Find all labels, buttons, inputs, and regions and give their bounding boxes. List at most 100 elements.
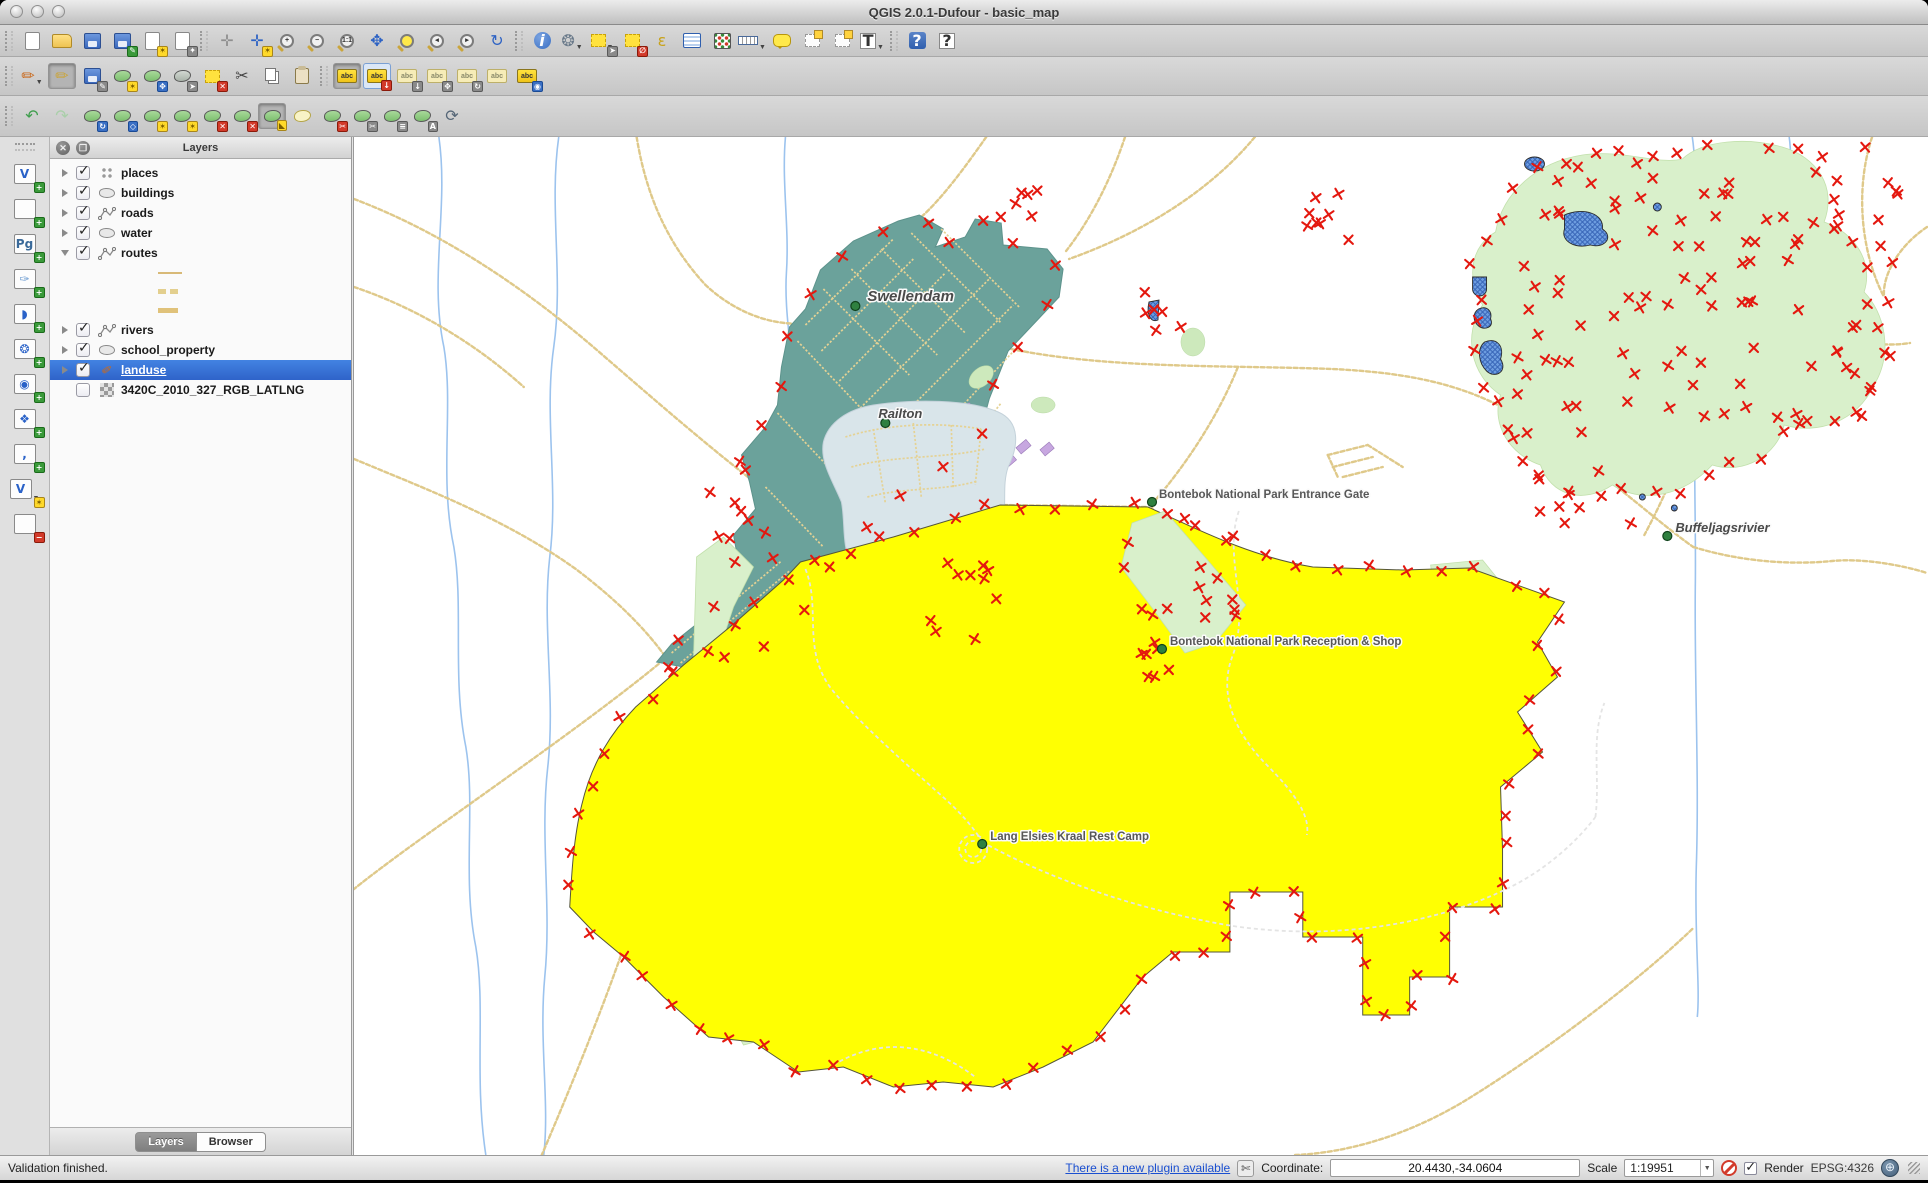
refresh-button[interactable]: ↻ bbox=[483, 28, 511, 54]
window-minimize-button[interactable] bbox=[31, 5, 44, 18]
layer-checkbox[interactable] bbox=[76, 323, 90, 337]
undo-button[interactable]: ↶ bbox=[18, 103, 46, 129]
layer-checkbox[interactable] bbox=[76, 343, 90, 357]
layer-item-routes[interactable]: routes bbox=[50, 243, 351, 263]
zoom-out-button[interactable]: − bbox=[303, 28, 331, 54]
new-bookmark-button[interactable] bbox=[798, 28, 826, 54]
new-print-composer-button[interactable]: ✶ bbox=[138, 28, 166, 54]
expander-icon[interactable] bbox=[58, 346, 72, 354]
window-zoom-button[interactable] bbox=[52, 5, 65, 18]
layer-checkbox[interactable] bbox=[76, 206, 90, 220]
coordinate-input[interactable] bbox=[1330, 1159, 1580, 1177]
map-tips-button[interactable] bbox=[768, 28, 796, 54]
composer-manager-button[interactable]: ✦ bbox=[168, 28, 196, 54]
select-features-button[interactable]: ➤▼ bbox=[588, 28, 616, 54]
layer-item-rivers[interactable]: rivers bbox=[50, 320, 351, 340]
expander-icon[interactable] bbox=[58, 189, 72, 197]
layer-checkbox[interactable] bbox=[76, 246, 90, 260]
window-close-button[interactable] bbox=[10, 5, 23, 18]
toolbar-handle[interactable] bbox=[200, 31, 208, 51]
save-layer-edits-button[interactable]: ✎ bbox=[78, 63, 106, 89]
zoom-native-button[interactable]: 1:1 bbox=[333, 28, 361, 54]
redo-button[interactable]: ↷ bbox=[48, 103, 76, 129]
open-attribute-table-button[interactable] bbox=[678, 28, 706, 54]
layer-item-water[interactable]: water bbox=[50, 223, 351, 243]
measure-button[interactable]: ▼ bbox=[738, 28, 766, 54]
expander-icon[interactable] bbox=[58, 250, 72, 256]
paste-features-button[interactable] bbox=[288, 63, 316, 89]
layer-item-school_property[interactable]: school_property bbox=[50, 340, 351, 360]
rotate-point-symbols-button[interactable]: ⟳ bbox=[438, 103, 466, 129]
current-edits-button[interactable]: ✏▼ bbox=[18, 63, 46, 89]
expander-icon[interactable] bbox=[58, 326, 72, 334]
layer-checkbox[interactable] bbox=[76, 186, 90, 200]
resize-grip[interactable] bbox=[1908, 1162, 1920, 1174]
layer-item-buildings[interactable]: buildings bbox=[50, 183, 351, 203]
add-spatialite-layer-button[interactable]: ✑+ bbox=[7, 262, 43, 295]
stop-render-icon[interactable] bbox=[1721, 1160, 1737, 1176]
toolbar-handle[interactable] bbox=[890, 31, 898, 51]
panel-float-icon[interactable]: ❐ bbox=[76, 141, 90, 155]
deselect-all-button[interactable]: ∅ bbox=[618, 28, 646, 54]
expander-icon[interactable] bbox=[58, 229, 72, 237]
add-wfs-layer-button[interactable]: ❖+ bbox=[7, 402, 43, 435]
map-canvas[interactable]: Swellendam Railton Bontebok National Par… bbox=[353, 137, 1928, 1155]
toolbar-handle[interactable] bbox=[320, 66, 328, 86]
pan-to-selection-button[interactable]: ✛✶ bbox=[243, 28, 271, 54]
move-label-button[interactable]: abc✥ bbox=[423, 63, 451, 89]
move-feature-button[interactable]: ✥ bbox=[138, 63, 166, 89]
field-calculator-button[interactable] bbox=[708, 28, 736, 54]
panel-close-icon[interactable]: ✕ bbox=[56, 141, 70, 155]
rotate-label-button[interactable]: abc↻ bbox=[453, 63, 481, 89]
toolbar-handle[interactable] bbox=[5, 66, 13, 86]
zoom-last-button[interactable]: ◂ bbox=[423, 28, 451, 54]
layer-checkbox[interactable] bbox=[76, 226, 90, 240]
pan-map-button[interactable]: ✛ bbox=[213, 28, 241, 54]
merge-attributes-button[interactable]: A bbox=[408, 103, 436, 129]
expander-icon[interactable] bbox=[58, 366, 72, 374]
offset-curve-button[interactable] bbox=[288, 103, 316, 129]
new-project-button[interactable] bbox=[18, 28, 46, 54]
split-features-button[interactable]: ✂ bbox=[318, 103, 346, 129]
layer-checkbox[interactable] bbox=[76, 166, 90, 180]
identify-button[interactable]: i bbox=[528, 28, 556, 54]
save-project-button[interactable] bbox=[78, 28, 106, 54]
toolbar-handle[interactable] bbox=[15, 143, 35, 151]
change-label-button[interactable]: abc bbox=[483, 63, 511, 89]
zoom-full-button[interactable]: ✥ bbox=[363, 28, 391, 54]
help-contents-button[interactable]: ? bbox=[903, 28, 931, 54]
add-mssql-layer-button[interactable]: ◗+ bbox=[7, 297, 43, 330]
remove-layer-button[interactable]: − bbox=[7, 507, 43, 540]
new-plugin-link[interactable]: There is a new plugin available bbox=[1065, 1161, 1230, 1175]
layer-checkbox[interactable] bbox=[76, 383, 90, 397]
simplify-feature-button[interactable]: ◇ bbox=[108, 103, 136, 129]
add-wcs-layer-button[interactable]: ◉+ bbox=[7, 367, 43, 400]
add-ring-button[interactable]: ✶ bbox=[138, 103, 166, 129]
copy-features-button[interactable] bbox=[258, 63, 286, 89]
show-hide-labels-button[interactable]: abc◉ bbox=[513, 63, 541, 89]
delete-part-button[interactable]: ✕ bbox=[228, 103, 256, 129]
layer-item-3420c_2010_327_rgb_latlng[interactable]: 3420C_2010_327_RGB_LATLNG bbox=[50, 380, 351, 400]
zoom-next-button[interactable]: ▸ bbox=[453, 28, 481, 54]
add-postgis-layer-button[interactable]: Pg+ bbox=[7, 227, 43, 260]
split-parts-button[interactable]: ✂ bbox=[348, 103, 376, 129]
add-delimited-text-layer-button[interactable]: ,+ bbox=[7, 437, 43, 470]
plugin-icon[interactable]: ✄ bbox=[1237, 1160, 1254, 1177]
toolbar-handle[interactable] bbox=[515, 31, 523, 51]
text-annotation-button[interactable]: T▼ bbox=[858, 28, 886, 54]
add-part-button[interactable]: ✶ bbox=[168, 103, 196, 129]
node-tool-button[interactable]: ➤ bbox=[168, 63, 196, 89]
add-raster-layer-button[interactable]: + bbox=[7, 192, 43, 225]
rotate-feature-button[interactable]: ↻ bbox=[78, 103, 106, 129]
render-checkbox[interactable] bbox=[1744, 1162, 1757, 1175]
merge-features-button[interactable]: ≡ bbox=[378, 103, 406, 129]
tab-layers[interactable]: Layers bbox=[135, 1132, 196, 1152]
delete-ring-button[interactable]: ✕ bbox=[198, 103, 226, 129]
crs-globe-icon[interactable]: ⊕ bbox=[1881, 1159, 1899, 1177]
add-wms-layer-button[interactable]: ❂+ bbox=[7, 332, 43, 365]
open-project-button[interactable] bbox=[48, 28, 76, 54]
whats-this-button[interactable]: ? bbox=[933, 28, 961, 54]
layer-item-roads[interactable]: roads bbox=[50, 203, 351, 223]
add-feature-button[interactable]: ✶ bbox=[108, 63, 136, 89]
run-feature-action-button[interactable]: ❂▼ bbox=[558, 28, 586, 54]
